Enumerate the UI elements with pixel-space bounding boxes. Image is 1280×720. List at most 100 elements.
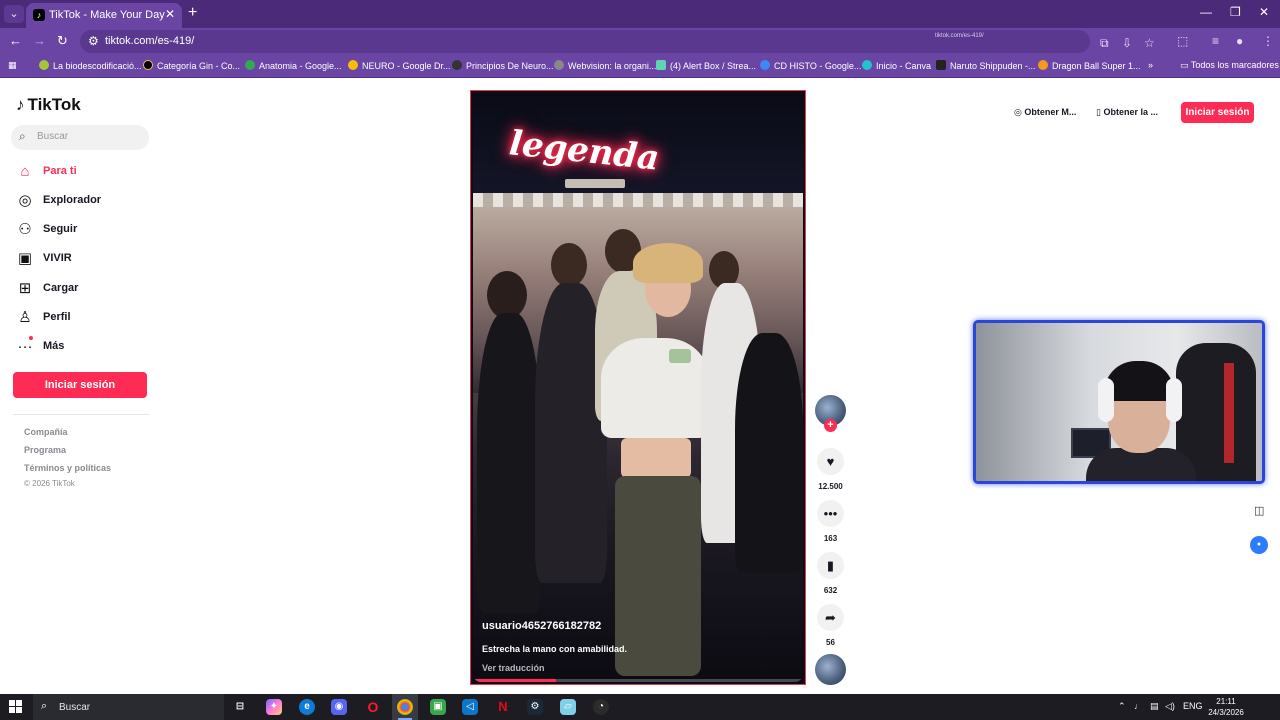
chrome-icon[interactable] xyxy=(397,699,413,715)
see-translation-link[interactable]: Ver traducción xyxy=(482,663,545,673)
person-top xyxy=(601,338,709,438)
tiktok-note-icon: ♪ xyxy=(16,95,25,114)
new-tab-icon[interactable]: + xyxy=(188,4,197,22)
all-bookmarks[interactable]: ▭ Todos los marcadores xyxy=(1180,60,1279,71)
nav-item-mas[interactable]: ··· Más xyxy=(16,336,156,358)
reload-icon[interactable]: ↻ xyxy=(57,33,68,49)
header-login-button[interactable]: Iniciar sesión xyxy=(1181,102,1254,123)
search-icon: ⌕ xyxy=(19,129,26,143)
clock-date: 24/3/2026 xyxy=(1208,708,1244,717)
files-icon[interactable]: ▱ xyxy=(560,699,576,715)
discord-icon[interactable]: ◉ xyxy=(331,699,347,715)
video-player[interactable]: legenda usuario4652766182782 Estrecha la… xyxy=(470,90,806,685)
media-icon[interactable]: ≡ xyxy=(1212,34,1219,48)
browser-menu-icon[interactable]: ⋮ xyxy=(1262,34,1274,48)
nav-item-para-ti[interactable]: ⌂ Para ti xyxy=(16,163,156,183)
comment-button[interactable]: ••• xyxy=(817,500,844,527)
taskbar-clock[interactable]: 21:11 24/3/2026 xyxy=(1208,696,1244,718)
video-progress-bar[interactable] xyxy=(473,679,803,682)
money-prop xyxy=(669,349,691,363)
bookmark-item[interactable]: Categoría Gin - Co... xyxy=(143,60,240,71)
window-close-icon[interactable]: ✕ xyxy=(1259,5,1269,19)
bookmark-star-icon[interactable]: ☆ xyxy=(1144,36,1155,50)
tiktok-logo[interactable]: ♪ TikTok xyxy=(16,95,81,115)
vscode-icon[interactable]: ◁ xyxy=(462,699,478,715)
video-description: Estrecha la mano con amabilidad. xyxy=(482,644,628,654)
get-coins-link[interactable]: ◎ Obtener M... xyxy=(1014,102,1076,122)
nav-item-perfil[interactable]: ♙ Perfil xyxy=(16,309,156,329)
nav-item-seguir[interactable]: ⚇ Seguir xyxy=(16,221,156,241)
video-username[interactable]: usuario4652766182782 xyxy=(482,620,601,632)
bookmark-item[interactable]: Naruto Shippuden -... xyxy=(936,60,1036,71)
tab-search-icon[interactable]: ⌄ xyxy=(4,5,24,23)
like-button[interactable]: ♥ xyxy=(817,448,844,475)
url-text[interactable]: tiktok.com/es-419/ xyxy=(105,35,194,47)
obs-icon[interactable]: ◔ xyxy=(593,699,609,715)
follow-plus-icon[interactable]: + xyxy=(824,419,837,432)
bookmark-item[interactable]: Inicio - Canva xyxy=(862,60,931,71)
person-head xyxy=(487,271,527,319)
nav-item-explorador[interactable]: ◎ Explorador xyxy=(16,192,156,212)
microphone-icon[interactable]: ♩ xyxy=(1134,701,1143,711)
like-count: 12.500 xyxy=(818,482,843,491)
headset-right xyxy=(1166,378,1182,422)
volume-icon[interactable]: ◁) xyxy=(1165,701,1175,712)
omnibox[interactable]: ⚙ tiktok.com/es-419/ tiktok.com/es-419/ … xyxy=(80,30,1155,53)
tiktok-page: ♪ TikTok ⌕ Buscar ⌂ Para ti ◎ Explorador … xyxy=(0,79,1280,694)
footer-link-program[interactable]: Programa xyxy=(24,445,66,455)
get-app-link[interactable]: ▯ Obtener la ... xyxy=(1096,102,1158,122)
task-view-icon[interactable]: ⊟ xyxy=(232,699,248,715)
bookmark-item[interactable]: NEURO - Google Dr... xyxy=(348,60,451,71)
bookmark-item[interactable]: Principios De Neuro... xyxy=(452,60,554,71)
comment-count: 163 xyxy=(823,534,838,543)
netflix-icon[interactable]: N xyxy=(495,699,511,715)
forward-icon[interactable]: → xyxy=(33,33,46,48)
network-icon[interactable]: ▤ xyxy=(1150,701,1159,712)
tab-close-icon[interactable]: ✕ xyxy=(165,7,175,21)
bookmark-item[interactable]: Dragon Ball Super 1... xyxy=(1038,60,1141,71)
minecraft-icon[interactable]: ▣ xyxy=(430,699,446,715)
bookmark-item[interactable]: Webvision: la organi... xyxy=(554,60,656,71)
restore-icon[interactable]: ❐ xyxy=(1230,5,1241,19)
heart-icon: ♥ xyxy=(826,454,835,469)
more-bookmarks-icon[interactable]: » xyxy=(1148,60,1153,70)
bookmark-item[interactable]: CD HISTO - Google... xyxy=(760,60,861,71)
search-input[interactable]: ⌕ Buscar xyxy=(11,125,149,150)
save-button[interactable]: ▮ xyxy=(817,552,844,579)
opera-icon[interactable]: O xyxy=(365,699,381,715)
person-pants xyxy=(615,476,701,676)
apps-grid-icon[interactable]: ▦ xyxy=(8,60,17,71)
drive-icon xyxy=(348,60,358,70)
bookmark-item[interactable]: (4) Alert Box / Strea... xyxy=(656,60,756,71)
install-app-icon[interactable]: ⇩ xyxy=(1122,36,1132,50)
bookmark-item[interactable]: La biodescodificació... xyxy=(39,60,142,71)
browser-tab[interactable]: ♪ TikTok - Make Your Day ✕ xyxy=(26,3,182,28)
copilot-icon[interactable]: ✦ xyxy=(266,699,282,715)
steam-icon[interactable]: ⚙ xyxy=(527,699,543,715)
bookmark-favicon-icon xyxy=(452,60,462,70)
nav-item-vivir[interactable]: ▣ VIVIR xyxy=(16,250,156,270)
language-indicator[interactable]: ENG xyxy=(1183,701,1203,711)
nav-item-cargar[interactable]: ⊞ Cargar xyxy=(16,280,156,300)
windows-start-icon[interactable] xyxy=(9,700,23,714)
site-info-icon[interactable]: ⚙ xyxy=(88,34,99,48)
bookmark-item[interactable]: Anatomia - Google... xyxy=(245,60,342,71)
sidebar-login-button[interactable]: Iniciar sesión xyxy=(13,372,147,398)
comment-icon: ••• xyxy=(823,506,838,521)
profile-avatar-icon[interactable]: ● xyxy=(1236,34,1243,48)
translate-icon[interactable]: ⧉ xyxy=(1100,36,1109,51)
sound-disc-avatar[interactable] xyxy=(815,654,846,685)
webcam-person-body xyxy=(1086,448,1196,481)
back-icon[interactable]: ← xyxy=(9,33,22,48)
footer-link-terms[interactable]: Términos y políticas xyxy=(24,463,111,473)
live-icon: ▣ xyxy=(17,250,33,267)
minimize-icon[interactable]: — xyxy=(1200,5,1212,19)
extensions-icon[interactable]: ⬚ xyxy=(1177,34,1188,48)
side-book-icon[interactable]: ◫ xyxy=(1254,504,1264,517)
tray-expand-icon[interactable]: ⌃ xyxy=(1118,701,1126,712)
edge-icon[interactable]: e xyxy=(299,699,315,715)
footer-link-company[interactable]: Compañía xyxy=(24,427,68,437)
taskbar-search[interactable]: ⌕ Buscar xyxy=(33,694,224,720)
new-badge-icon[interactable]: ● xyxy=(1250,536,1268,554)
share-button[interactable]: ➦ xyxy=(817,604,844,631)
